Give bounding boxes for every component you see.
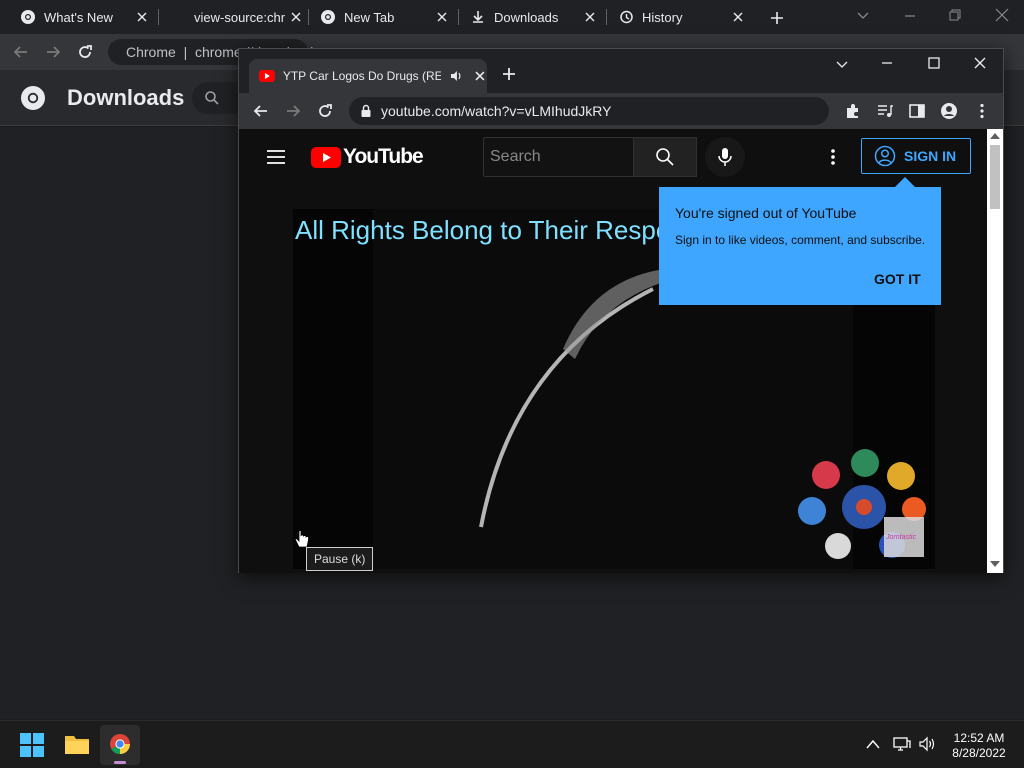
profile-icon[interactable] bbox=[940, 102, 958, 120]
forward-icon[interactable] bbox=[44, 43, 62, 61]
search-input[interactable]: Search bbox=[483, 137, 633, 177]
chevron-down-icon[interactable] bbox=[856, 8, 870, 22]
volume-icon[interactable] bbox=[918, 736, 936, 752]
active-app-indicator bbox=[114, 761, 126, 764]
back-icon[interactable] bbox=[252, 102, 270, 120]
popup-tab-strip: YTP Car Logos Do Drugs (RE bbox=[239, 49, 1003, 93]
url-text: youtube.com/watch?v=vLMIhudJkRY bbox=[381, 103, 612, 119]
chevron-down-icon[interactable] bbox=[835, 57, 849, 71]
media-control-icon[interactable] bbox=[876, 102, 894, 120]
chevron-up-icon[interactable] bbox=[866, 739, 880, 749]
tab-label: New Tab bbox=[344, 9, 395, 25]
file-explorer-icon[interactable] bbox=[64, 733, 90, 755]
search-button[interactable] bbox=[633, 137, 697, 177]
tab-whats-new[interactable]: What's New bbox=[20, 0, 158, 34]
minimize-icon[interactable] bbox=[902, 8, 918, 24]
speaker-icon[interactable] bbox=[449, 69, 463, 83]
tab-label: YTP Car Logos Do Drugs (RE bbox=[282, 69, 442, 83]
tooltip-title: You're signed out of YouTube bbox=[675, 205, 857, 221]
close-icon[interactable] bbox=[288, 9, 304, 25]
chrome-logo-icon bbox=[21, 86, 45, 110]
sign-in-button[interactable]: SIGN IN bbox=[861, 138, 971, 174]
close-icon[interactable] bbox=[473, 69, 487, 83]
tab-view-source[interactable]: view-source:chr bbox=[194, 0, 308, 34]
clock-time: 12:52 AM bbox=[953, 731, 1005, 745]
youtube-logo[interactable]: YouTube bbox=[311, 145, 424, 169]
search-placeholder: Search bbox=[490, 148, 541, 165]
tab-label: Downloads bbox=[494, 9, 559, 25]
youtube-favicon-icon bbox=[259, 70, 275, 82]
search-icon bbox=[205, 91, 219, 105]
chrome-icon bbox=[21, 10, 35, 24]
windows-start-icon[interactable] bbox=[20, 733, 44, 757]
close-window-icon[interactable] bbox=[994, 7, 1010, 23]
account-circle-icon bbox=[874, 145, 896, 167]
minimize-icon[interactable] bbox=[880, 56, 894, 70]
popup-browser-window: YTP Car Logos Do Drugs (RE youtube.com/w… bbox=[238, 48, 1004, 573]
video-caption-text: All Rights Belong to Their Respect bbox=[295, 215, 691, 245]
menu-kebab-icon[interactable] bbox=[973, 102, 991, 120]
page-title: Downloads bbox=[67, 85, 185, 110]
forward-icon[interactable] bbox=[284, 102, 302, 120]
new-tab-icon[interactable] bbox=[768, 9, 786, 27]
logo-orbs bbox=[798, 449, 926, 559]
tab-new-tab[interactable]: New Tab bbox=[320, 0, 458, 34]
download-icon bbox=[473, 11, 483, 23]
got-it-button[interactable]: GOT IT bbox=[874, 271, 921, 287]
scroll-up-arrow-icon[interactable] bbox=[990, 133, 1000, 139]
reload-icon[interactable] bbox=[316, 102, 334, 120]
lock-icon[interactable] bbox=[360, 104, 372, 118]
search-icon bbox=[656, 148, 674, 166]
settings-kebab-icon[interactable] bbox=[824, 147, 842, 167]
tooltip-subtitle: Sign in to like videos, comment, and sub… bbox=[675, 233, 926, 247]
back-icon[interactable] bbox=[12, 43, 30, 61]
chrome-icon bbox=[110, 734, 130, 755]
extensions-icon[interactable] bbox=[844, 102, 862, 120]
side-panel-icon[interactable] bbox=[908, 102, 926, 120]
close-icon[interactable] bbox=[582, 9, 598, 25]
tooltip-arrow bbox=[895, 177, 915, 187]
system-clock[interactable]: 12:52 AM 8/28/2022 bbox=[940, 731, 1018, 761]
windows-taskbar: 12:52 AM 8/28/2022 bbox=[0, 720, 1024, 768]
chrome-icon bbox=[321, 10, 335, 24]
maximize-icon[interactable] bbox=[927, 56, 941, 70]
reload-icon[interactable] bbox=[76, 43, 94, 61]
signed-out-tooltip: You're signed out of YouTube Sign in to … bbox=[659, 177, 941, 305]
voice-search-button[interactable] bbox=[705, 137, 745, 177]
taskbar-chrome-button[interactable] bbox=[100, 725, 140, 765]
sign-in-label: SIGN IN bbox=[904, 148, 957, 164]
scroll-down-arrow-icon[interactable] bbox=[990, 561, 1000, 567]
vertical-scrollbar[interactable] bbox=[987, 129, 1003, 573]
youtube-page: YouTube Search SIGN IN Jorntastic All Ri… bbox=[239, 129, 987, 573]
clock-date: 8/28/2022 bbox=[952, 746, 1006, 760]
youtube-logo-text: YouTube bbox=[343, 145, 424, 168]
close-window-icon[interactable] bbox=[973, 56, 987, 70]
tab-label: view-source:chr bbox=[194, 9, 286, 25]
close-icon[interactable] bbox=[134, 9, 150, 25]
close-icon[interactable] bbox=[434, 9, 450, 25]
background-tab-strip: What's New view-source:chr New Tab Downl… bbox=[0, 0, 1024, 34]
tab-history[interactable]: History bbox=[618, 0, 754, 34]
popup-omnibox[interactable]: youtube.com/watch?v=vLMIhudJkRY bbox=[349, 97, 829, 125]
channel-watermark[interactable]: Jorntastic bbox=[798, 449, 928, 564]
hamburger-menu-icon[interactable] bbox=[266, 149, 286, 165]
pause-tooltip: Pause (k) bbox=[306, 547, 374, 571]
tab-youtube-video[interactable]: YTP Car Logos Do Drugs (RE bbox=[249, 59, 487, 93]
network-icon[interactable] bbox=[893, 736, 911, 752]
restore-icon[interactable] bbox=[948, 8, 962, 22]
microphone-icon bbox=[718, 148, 732, 166]
youtube-logo-icon bbox=[311, 146, 341, 168]
scrollbar-thumb[interactable] bbox=[990, 145, 1000, 209]
tab-label: History bbox=[642, 9, 683, 25]
tab-downloads[interactable]: Downloads bbox=[470, 0, 606, 34]
new-tab-icon[interactable] bbox=[501, 66, 517, 82]
tab-label: What's New bbox=[44, 9, 113, 25]
history-icon bbox=[620, 10, 633, 24]
close-icon[interactable] bbox=[730, 9, 746, 25]
watermark-text: Jorntastic bbox=[886, 534, 916, 541]
